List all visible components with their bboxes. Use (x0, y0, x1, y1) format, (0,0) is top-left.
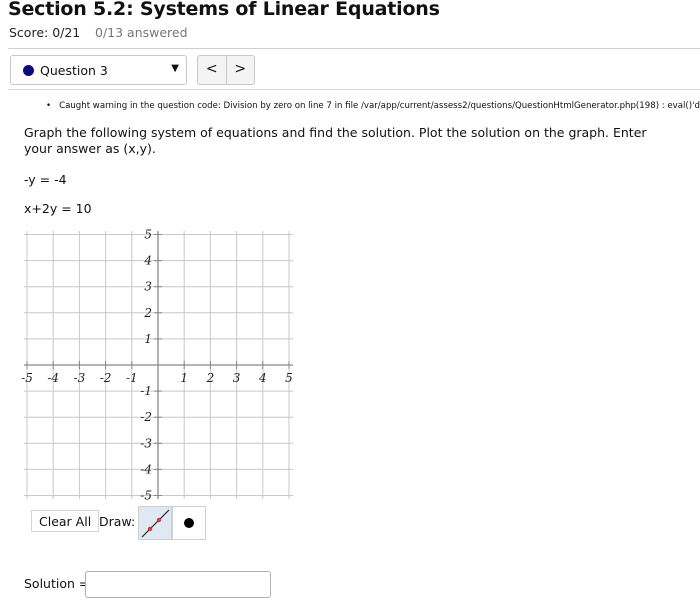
y-tick-label: -2 (140, 410, 152, 424)
line-tool-icon (141, 509, 170, 538)
x-tick-label: -1 (126, 371, 138, 385)
point-tool-button[interactable] (172, 506, 206, 540)
line-tool-button[interactable] (138, 506, 172, 540)
x-tick-label: -5 (21, 371, 33, 385)
y-tick-label: -5 (140, 489, 152, 503)
x-tick-label: 2 (206, 371, 215, 385)
y-tick-label: 3 (144, 280, 152, 294)
y-tick-label: -3 (140, 436, 152, 450)
y-tick-label: -4 (140, 462, 152, 476)
y-tick-label: 5 (144, 228, 152, 242)
clear-all-button[interactable]: Clear All (31, 510, 100, 532)
y-tick-label: 4 (143, 254, 152, 268)
x-tick-label: 4 (258, 371, 267, 385)
y-tick-label: -1 (140, 384, 152, 398)
x-tick-label: -4 (47, 371, 59, 385)
x-tick-label: -2 (100, 371, 112, 385)
x-tick-label: 1 (180, 371, 188, 385)
y-tick-label: 1 (144, 332, 152, 346)
solution-label: Solution = (24, 576, 90, 591)
x-tick-label: 3 (233, 371, 241, 385)
solution-input[interactable] (85, 571, 271, 598)
x-tick-label: 5 (285, 371, 293, 385)
x-tick-label: -3 (74, 371, 86, 385)
point-tool-icon (184, 518, 194, 528)
graph-canvas[interactable]: -5 -4 -3 -2 -1 1 2 3 4 5 5 4 3 2 1 -1 -2 -3 -4 -5 (0, 0, 700, 601)
y-tick-label: 2 (143, 306, 152, 320)
draw-label: Draw: (99, 514, 136, 529)
